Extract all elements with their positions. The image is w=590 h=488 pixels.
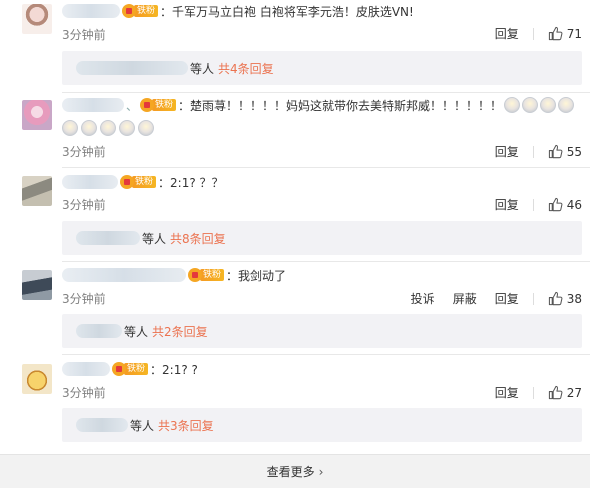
like-button[interactable]: 71 (548, 26, 582, 41)
username[interactable] (62, 268, 186, 282)
comment-divider (62, 92, 590, 93)
reply-button[interactable]: 回复 (495, 290, 519, 307)
crying-face-icon (138, 120, 154, 136)
reply-summary[interactable]: 等人 共2条回复 (62, 314, 582, 348)
fan-badge: 铁粉 (140, 98, 177, 112)
reply-summary[interactable]: 等人 共4条回复 (62, 51, 582, 85)
thumbs-up-icon (548, 26, 563, 41)
avatar[interactable] (22, 4, 52, 34)
comment-text: ：2:1? ？？ (158, 175, 224, 190)
crying-face-icon (540, 97, 557, 113)
replier-names (76, 324, 122, 338)
crying-face-icon (119, 120, 135, 136)
reply-button[interactable]: 回复 (495, 196, 519, 213)
reply-count-link[interactable]: 共8条回复 (170, 230, 226, 247)
avatar[interactable] (22, 100, 52, 130)
reply-count-link[interactable]: 共4条回复 (218, 60, 274, 77)
fan-badge: 铁粉 (120, 175, 157, 189)
crying-face-icon (100, 120, 116, 136)
crying-face-icon (504, 97, 521, 113)
reply-button[interactable]: 回复 (495, 384, 519, 401)
comment-time: 3分钟前 (62, 386, 106, 400)
replier-suffix: 等人 (190, 61, 215, 76)
report-button[interactable]: 投诉 (411, 290, 435, 307)
comment-text: ：2:1? ? (150, 362, 198, 377)
comment-time: 3分钟前 (62, 292, 106, 306)
divider (532, 292, 534, 305)
avatar[interactable] (22, 176, 52, 206)
comment-divider (62, 354, 590, 355)
reply-summary[interactable]: 等人 共8条回复 (62, 221, 582, 255)
emoji-row (62, 120, 154, 136)
like-count: 27 (566, 385, 582, 400)
comment-text: ：楚雨荨！！！！！妈妈这就带你去美特斯邦威！！！！！！ (178, 98, 503, 113)
username[interactable] (62, 362, 110, 376)
divider (532, 27, 534, 40)
block-button[interactable]: 屏蔽 (453, 290, 477, 307)
thumbs-up-icon (548, 385, 563, 400)
comment-divider (62, 261, 590, 262)
crying-face-icon (558, 97, 575, 113)
divider (532, 198, 534, 211)
comment-text: ：我剑动了 (226, 268, 287, 283)
like-count: 71 (566, 26, 582, 41)
like-count: 55 (566, 144, 582, 159)
replier-names (76, 418, 128, 432)
replier-suffix: 等人 (124, 324, 149, 339)
reply-button[interactable]: 回复 (495, 25, 519, 42)
crown-icon (112, 362, 126, 376)
crying-face-icon (62, 120, 78, 136)
thumbs-up-icon (548, 197, 563, 212)
crown-icon (188, 268, 202, 282)
fan-badge: 铁粉 (122, 4, 159, 18)
divider (532, 145, 534, 158)
avatar[interactable] (22, 364, 52, 394)
comment-text: ：千军万马立白袍 白袍将军李元浩！皮肤选VN! (160, 4, 414, 19)
thumbs-up-icon (548, 144, 563, 159)
reply-count-link[interactable]: 共2条回复 (152, 323, 208, 340)
replier-names (76, 61, 188, 75)
username[interactable] (62, 4, 120, 18)
like-button[interactable]: 27 (548, 385, 582, 400)
reply-button[interactable]: 回复 (495, 143, 519, 160)
crown-icon (140, 98, 155, 112)
crown-icon (120, 175, 134, 189)
view-more-label: 查看更多 (266, 465, 315, 479)
fan-badge: 铁粉 (112, 362, 149, 376)
crying-face-icon (522, 97, 539, 113)
like-button[interactable]: 46 (548, 197, 582, 212)
comment-time: 3分钟前 (62, 198, 106, 212)
divider (532, 386, 534, 399)
username[interactable] (62, 175, 118, 189)
comment-divider (62, 167, 590, 168)
comment-time: 3分钟前 (62, 145, 106, 159)
like-button[interactable]: 55 (548, 144, 582, 159)
like-count: 38 (566, 291, 582, 306)
like-count: 46 (566, 197, 582, 212)
replier-suffix: 等人 (142, 231, 167, 246)
crown-icon (122, 4, 136, 18)
avatar[interactable] (22, 270, 52, 300)
username[interactable] (62, 98, 124, 112)
thumbs-up-icon (548, 291, 563, 306)
like-button[interactable]: 38 (548, 291, 582, 306)
view-more-button[interactable]: 查看更多 › (0, 454, 590, 488)
reply-summary[interactable]: 等人 共3条回复 (62, 408, 582, 442)
comment-time: 3分钟前 (62, 28, 106, 42)
fan-badge: 铁粉 (188, 268, 225, 282)
replier-suffix: 等人 (130, 418, 155, 433)
replier-names (76, 231, 140, 245)
reply-count-link[interactable]: 共3条回复 (158, 417, 214, 434)
chevron-right-icon: › (318, 464, 324, 479)
crying-face-icon (81, 120, 97, 136)
